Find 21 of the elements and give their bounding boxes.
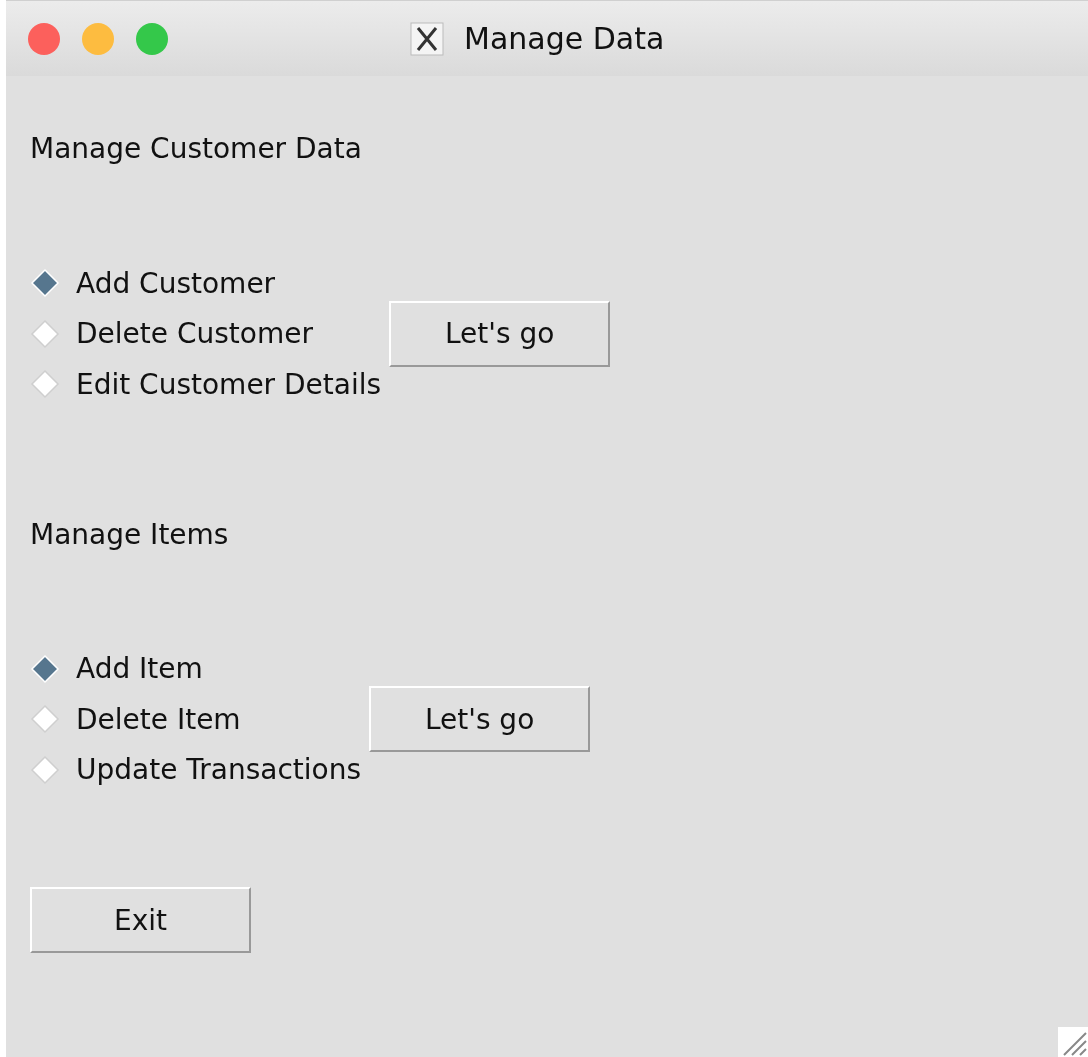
radio-option[interactable]: Update Transactions (30, 744, 362, 795)
radio-indicator[interactable] (30, 754, 60, 785)
radio-indicator[interactable] (30, 369, 60, 400)
exit-button[interactable]: Exit (30, 887, 251, 953)
section-title: Manage Items (30, 517, 230, 551)
radio-option[interactable]: Add Item (30, 643, 362, 694)
close-button[interactable] (28, 22, 60, 55)
section-title: Manage Customer Data (30, 132, 363, 165)
radio-option[interactable]: Edit Customer Details (30, 359, 382, 410)
lets-go-button[interactable]: Let's go (369, 686, 591, 753)
x-app-icon (410, 21, 444, 56)
radio-option[interactable]: Delete Item (30, 694, 362, 745)
window-title: Manage Data (464, 21, 665, 56)
radio-indicator[interactable] (30, 704, 60, 735)
zoom-button[interactable] (136, 22, 168, 55)
minimize-button[interactable] (82, 22, 114, 55)
lets-go-button[interactable]: Let's go (389, 300, 611, 367)
radio-option[interactable]: Delete Customer (30, 308, 382, 359)
resize-grip-icon[interactable] (1058, 1027, 1088, 1057)
radio-indicator[interactable] (30, 318, 60, 349)
radio-option[interactable]: Add Customer (30, 258, 382, 309)
